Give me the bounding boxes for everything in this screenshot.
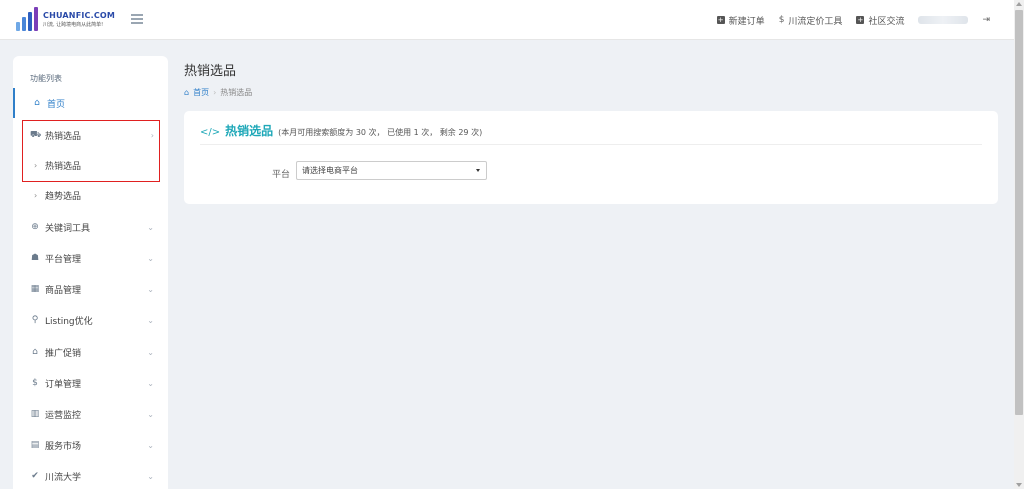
sidebar-item-keyword-tools[interactable]: ⊕ 关键词工具 ⌄ [13,212,168,242]
chevron-down-icon: ⌄ [147,440,154,450]
dollar-icon: $ [32,378,38,388]
chevron-down-icon: ⌄ [147,253,154,263]
sidebar-item-listing-optimization[interactable]: ⚲ Listing优化 ⌄ [13,305,168,335]
breadcrumb: ⌂ 首页 › 热销选品 [184,87,252,98]
sidebar-item-label: 商品管理 [45,285,82,296]
sidebar-item-label: 服务市场 [45,441,82,452]
breadcrumb-separator: › [213,88,217,97]
page-scrollbar[interactable] [1014,0,1024,489]
chevron-down-icon: ⌄ [147,471,154,481]
sidebar-item-label: 川流大学 [45,472,82,483]
chevron-down-icon: ⌄ [147,222,154,232]
menu-toggle-icon[interactable] [131,14,143,24]
sidebar-item-university[interactable]: ✔ 川流大学 ⌄ [13,461,168,489]
platform-select-value: 请选择电商平台 [302,166,358,175]
search-plus-icon: ⊕ [31,222,39,232]
divider [200,144,982,145]
code-icon: </> [200,127,221,138]
sidebar-item-product-management[interactable]: ▦ 商品管理 ⌄ [13,274,168,304]
bar-chart-icon: ▥ [30,409,40,419]
sidebar-item-home[interactable]: ⌂ 首页 [13,88,168,118]
pricing-tool-link[interactable]: $ 川流定价工具 [779,14,843,27]
sidebar-item-label: Listing优化 [45,316,93,327]
sidebar-item-platform-management[interactable]: ☗ 平台管理 ⌄ [13,243,168,273]
sidebar-item-label: 关键词工具 [45,223,91,234]
plus-square-icon: + [856,16,865,24]
user-account[interactable] [918,16,969,24]
new-order-label: 新建订单 [728,16,765,27]
chevron-down-icon: ⌄ [147,284,154,294]
new-order-link[interactable]: + 新建订单 [716,14,765,27]
sidebar-item-operations-monitor[interactable]: ▥ 运营监控 ⌄ [13,399,168,429]
caret-down-icon [476,169,480,172]
top-bar: CHUANFIC.COM 川流, 让跨境电商从此简单! + 新建订单 $ 川流定… [0,0,1014,40]
logo-subtitle: 川流, 让跨境电商从此简单! [43,21,104,28]
sidebar-item-label: 趋势选品 [45,191,82,202]
logout-icon: ⇥ [982,15,990,25]
logo[interactable]: CHUANFIC.COM 川流, 让跨境电商从此简单! [16,7,115,31]
highlight-annotation [22,120,160,182]
sidebar-item-label: 订单管理 [45,379,82,390]
card-title: 热销选品 [225,124,274,138]
check-circle-icon: ✔ [31,471,39,481]
sidebar-title: 功能列表 [30,74,62,83]
hot-selection-card: </> 热销选品 (本月可用搜索额度为 30 次， 已使用 1 次， 剩余 29… [184,111,998,204]
community-link[interactable]: + 社区交流 [856,14,904,27]
binoculars-icon: ☗ [30,253,40,263]
sidebar-item-promotion[interactable]: ⌂ 推广促销 ⌄ [13,337,168,367]
bank-icon: ⌂ [32,347,38,357]
map-icon: ▤ [30,440,40,450]
search-icon: ⚲ [31,315,39,325]
breadcrumb-home[interactable]: 首页 [193,87,209,98]
logo-mark [16,7,38,31]
card-header: </> 热销选品 (本月可用搜索额度为 30 次， 已使用 1 次， 剩余 29… [200,122,482,139]
community-label: 社区交流 [868,16,905,27]
breadcrumb-current: 热销选品 [220,88,253,97]
dollar-icon: $ [778,15,785,25]
sidebar-item-service-market[interactable]: ▤ 服务市场 ⌄ [13,430,168,460]
sidebar-item-label: 平台管理 [45,254,82,265]
scroll-down-arrow-icon[interactable] [1016,483,1022,487]
platform-select[interactable]: 请选择电商平台 [296,161,487,180]
plus-square-icon: + [716,16,725,24]
scroll-up-arrow-icon[interactable] [1016,2,1022,6]
pricing-tool-label: 川流定价工具 [788,16,843,27]
quota-info: (本月可用搜索额度为 30 次， 已使用 1 次， 剩余 29 次) [278,128,483,137]
chevron-down-icon: ⌄ [147,315,154,325]
chevron-right-icon: › [34,190,38,200]
chevron-down-icon: ⌄ [147,347,154,357]
sidebar-item-order-management[interactable]: $ 订单管理 ⌄ [13,368,168,398]
sidebar-item-label: 运营监控 [45,410,82,421]
breadcrumb-home-icon: ⌂ [184,88,190,97]
sidebar-subitem-trend-selection[interactable]: › 趋势选品 [13,180,168,210]
sidebar-item-label: 首页 [47,99,66,110]
grid-icon: ▦ [30,284,40,294]
logo-title: CHUANFIC.COM [43,10,116,20]
logout-button[interactable]: ⇥ [982,15,990,25]
page-title: 热销选品 [184,64,237,79]
chevron-down-icon: ⌄ [147,409,154,419]
chevron-down-icon: ⌄ [147,378,154,388]
scroll-thumb[interactable] [1015,10,1023,415]
sidebar-item-label: 推广促销 [45,348,82,359]
platform-label: 平台 [272,170,291,180]
home-icon: ⌂ [34,98,40,108]
